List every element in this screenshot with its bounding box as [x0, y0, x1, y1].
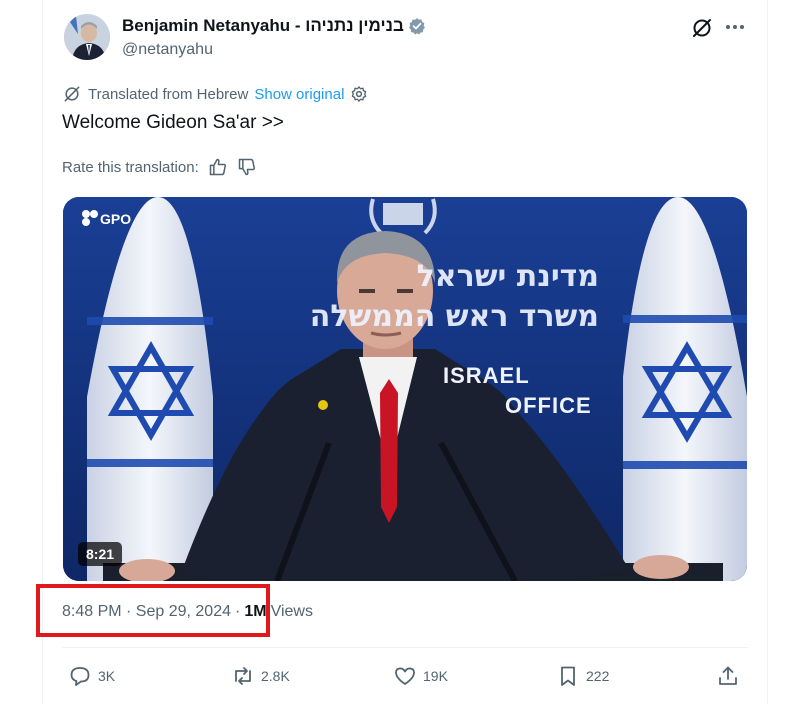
rate-translation-row: Rate this translation:	[62, 157, 257, 177]
more-icon[interactable]	[722, 14, 748, 40]
tweet-text: Welcome Gideon Sa'ar >>	[62, 112, 284, 133]
backdrop-line-1: מדינת ישראל	[416, 259, 599, 294]
gpo-watermark: GPO	[81, 209, 131, 227]
timestamp-highlight-box	[36, 584, 270, 637]
settings-icon[interactable]	[350, 85, 368, 103]
thumbs-up-icon[interactable]	[208, 157, 228, 177]
share-icon	[716, 664, 740, 688]
gpo-logo-icon	[82, 210, 98, 226]
translation-row: Translated from Hebrew Show original	[62, 84, 368, 104]
backdrop-line-4: OFFICE	[505, 393, 592, 418]
reply-button[interactable]: 3K	[68, 664, 115, 688]
bookmark-button[interactable]: 222	[556, 664, 609, 688]
bookmark-icon	[556, 664, 580, 688]
repost-count: 2.8K	[261, 668, 290, 684]
grok-icon[interactable]	[690, 16, 714, 40]
avatar[interactable]	[64, 14, 110, 60]
like-count: 19K	[423, 668, 448, 684]
author-handle[interactable]: @netanyahu	[122, 41, 213, 59]
repost-icon	[231, 664, 255, 688]
divider	[62, 647, 748, 648]
show-original-link[interactable]: Show original	[254, 86, 344, 103]
verified-icon	[408, 17, 426, 35]
author-name[interactable]: Benjamin Netanyahu - בנימין נתניהו	[122, 16, 426, 36]
backdrop-line-2: משרד ראש הממשלה	[309, 299, 599, 334]
like-icon	[393, 664, 417, 688]
gpo-label: GPO	[100, 211, 132, 227]
author-name-text[interactable]: Benjamin Netanyahu - בנימין נתניהו	[122, 16, 404, 36]
video-frame	[63, 197, 747, 581]
bookmark-count: 222	[586, 668, 610, 684]
like-button[interactable]: 19K	[393, 664, 448, 688]
video-player[interactable]: מדינת ישראל משרד ראש הממשלה ISRAEL OFFIC…	[63, 197, 747, 581]
repost-button[interactable]: 2.8K	[231, 664, 290, 688]
share-button[interactable]	[716, 664, 740, 688]
thumbs-down-icon[interactable]	[237, 157, 257, 177]
reply-icon	[68, 664, 92, 688]
rate-translation-label: Rate this translation:	[62, 158, 199, 176]
translated-label: Translated from Hebrew	[88, 85, 249, 103]
backdrop-text: מדינת ישראל משרד ראש הממשלה	[239, 257, 599, 337]
views-label: Views	[270, 603, 313, 620]
video-duration: 8:21	[78, 542, 123, 566]
reply-count: 3K	[98, 668, 116, 684]
backdrop-line-3: ISRAEL	[443, 363, 530, 388]
translate-icon	[62, 84, 82, 104]
